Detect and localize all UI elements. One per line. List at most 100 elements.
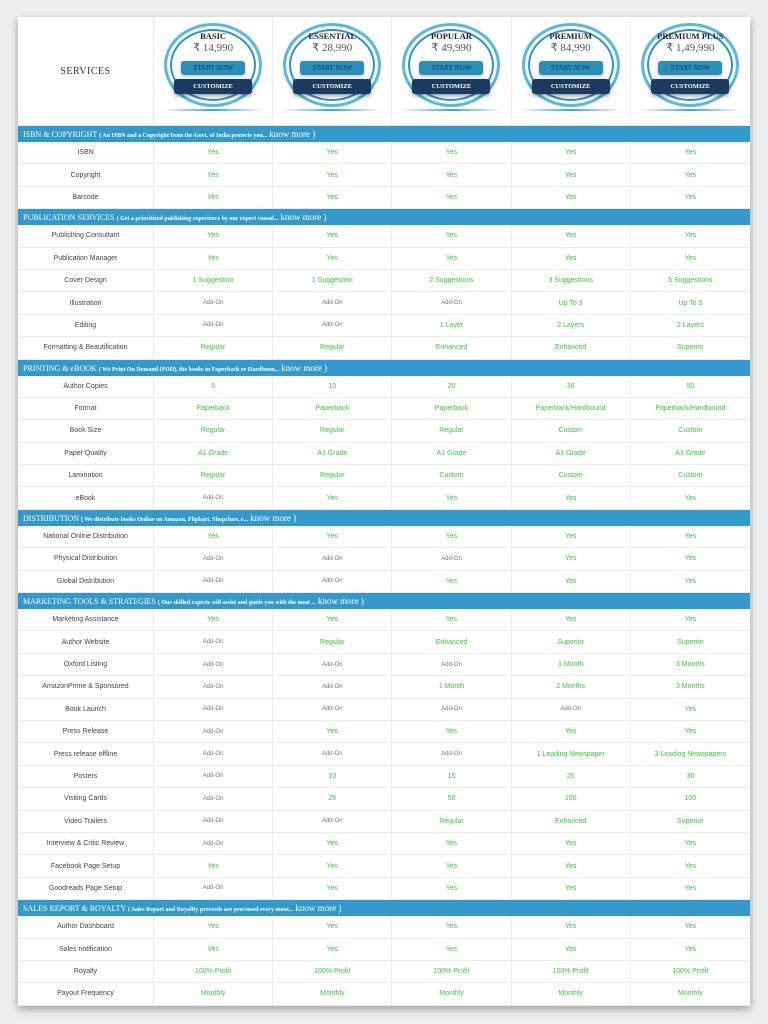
feature-value: Add-On xyxy=(273,292,393,314)
start-now-button[interactable]: START NOW xyxy=(300,61,365,75)
feature-label: Barcode xyxy=(18,186,154,209)
feature-value: Monthly xyxy=(392,983,512,1005)
plan-column: POPULAR ₹ 49,990 START NOW CUSTOMIZE xyxy=(392,17,512,125)
feature-value: Custom xyxy=(512,420,631,442)
feature-value: Yes xyxy=(392,164,512,186)
feature-value: 3 Months xyxy=(675,683,705,691)
feature-value: Custom xyxy=(392,465,512,487)
start-now-button[interactable]: START NOW xyxy=(538,61,603,75)
feature-value: Yes xyxy=(392,832,512,855)
know-more-link[interactable]: know more ) xyxy=(250,513,296,523)
feature-value: Yes xyxy=(154,525,274,548)
start-now-button[interactable]: START NOW xyxy=(658,61,723,75)
feature-value: Yes xyxy=(684,705,697,713)
feature-value: Yes xyxy=(392,525,512,548)
table-row: AmazonPrime & Sponsored Add-On Add-On 1 Mon… xyxy=(18,676,750,699)
feature-label: Facebook Page Setup xyxy=(18,855,154,877)
start-now-button[interactable]: START NOW xyxy=(181,61,246,75)
table-row: eBook Add-On Yes Yes Yes Yes xyxy=(18,487,750,510)
feature-label: Payout Frequency xyxy=(18,983,154,1005)
feature-value: 25 xyxy=(273,788,393,810)
feature-value: Yes xyxy=(684,884,697,892)
feature-value: Yes xyxy=(684,555,697,563)
feature-value: Yes xyxy=(512,487,631,509)
feature-label: Book Size xyxy=(18,420,154,442)
feature-value: Add-On xyxy=(154,548,274,570)
feature-value: Add-On xyxy=(392,653,512,676)
feature-value: Yes xyxy=(684,171,697,179)
customize-button[interactable]: CUSTOMIZE xyxy=(531,79,610,94)
customize-button[interactable]: CUSTOMIZE xyxy=(412,79,491,94)
feature-value: 50 xyxy=(392,788,512,810)
know-more-link[interactable]: know more ) xyxy=(281,363,327,373)
know-more-link[interactable]: know more ) xyxy=(269,129,315,139)
feature-value: Yes xyxy=(684,862,697,870)
feature-value: 30 xyxy=(512,375,631,397)
section-title: PUBLICATION SERVICES xyxy=(23,213,115,223)
feature-value: Paperback/Hardbound xyxy=(512,397,631,420)
feature-value: 3 Suggestions xyxy=(512,269,631,292)
feature-value: Yes xyxy=(273,855,393,877)
feature-value: Add-On xyxy=(154,570,274,593)
feature-label: Author Dashboard xyxy=(18,916,154,938)
plan-column: BASIC ₹ 14,990 START NOW CUSTOMIZE xyxy=(154,17,274,125)
start-now-button[interactable]: START NOW xyxy=(419,61,484,75)
feature-label: Author Website xyxy=(18,631,154,653)
feature-value: 50 xyxy=(686,382,695,390)
feature-label: Cover Design xyxy=(18,269,154,292)
plan-divider xyxy=(162,109,265,111)
table-row: Physical Distribution Add-On Add-On Add-On Y… xyxy=(18,548,750,571)
plan-column: PREMIUM ₹ 84,990 START NOW CUSTOMIZE xyxy=(512,17,631,125)
feature-value: Add-On xyxy=(273,698,393,720)
know-more-link[interactable]: know more ) xyxy=(318,596,364,606)
feature-value: Add-On xyxy=(154,487,274,509)
feature-value: Yes xyxy=(273,142,393,164)
feature-value: Yes xyxy=(273,832,393,855)
feature-label: Oxford Listing xyxy=(18,653,154,676)
feature-value: Yes xyxy=(273,877,393,900)
section-description: ( Our skilled experts will assist and gu… xyxy=(157,600,316,607)
feature-label: Illustration xyxy=(18,292,154,314)
plan-price: ₹ 1,49,990 xyxy=(666,42,715,54)
feature-value: 100% Profit xyxy=(273,960,393,983)
know-more-link[interactable]: know more ) xyxy=(280,212,326,222)
feature-value: Yes xyxy=(273,164,393,186)
customize-button[interactable]: CUSTOMIZE xyxy=(651,79,730,94)
know-more-link[interactable]: know more ) xyxy=(295,903,341,913)
table-row: Book Size Regular Regular Regular Custom Cust… xyxy=(18,420,750,443)
feature-value: Yes xyxy=(684,840,697,848)
feature-label: Visiting Cards xyxy=(18,788,154,810)
feature-value: Yes xyxy=(512,164,631,186)
feature-label: Press release offline xyxy=(18,743,154,765)
feature-value: 5 xyxy=(154,375,274,397)
table-row: Oxford Listing Add-On Add-On Add-On 1 Month 3… xyxy=(18,653,750,677)
feature-value: 10 xyxy=(273,765,393,788)
section-header: PUBLICATION SERVICES ( Get a prioritized… xyxy=(18,209,750,226)
table-row: Publication Manager Yes Yes Yes Yes Yes xyxy=(18,247,750,270)
feature-value: 10 xyxy=(273,375,393,397)
feature-value: Regular xyxy=(273,420,393,442)
table-row: Payout Frequency Monthly Monthly Monthly Mon… xyxy=(18,983,750,1006)
feature-value: Yes xyxy=(512,720,631,743)
table-row: Global Distribution Add-On Add-On Yes Yes Yes xyxy=(18,570,750,594)
feature-label: Format xyxy=(18,397,154,420)
customize-button[interactable]: CUSTOMIZE xyxy=(293,79,372,94)
feature-value: Yes xyxy=(684,577,697,585)
feature-value: Custom xyxy=(678,472,703,480)
feature-value: Yes xyxy=(273,487,393,509)
plan-name: PREMIUM PLUS xyxy=(657,31,724,41)
feature-value: 30 xyxy=(686,772,695,780)
feature-label: Posters xyxy=(18,765,154,788)
feature-value: 1 Month xyxy=(392,676,512,698)
plan-divider xyxy=(519,109,622,111)
plan-divider xyxy=(400,109,503,111)
feature-value: Paperback/Hardbound xyxy=(655,405,726,413)
customize-button[interactable]: CUSTOMIZE xyxy=(174,79,253,94)
feature-value: Yes xyxy=(392,225,512,247)
table-row: Author Copies 5 10 20 30 50 xyxy=(18,375,750,398)
feature-label: Publication Manager xyxy=(18,247,154,269)
feature-value: Regular xyxy=(273,465,393,487)
feature-value: Yes xyxy=(512,142,631,164)
plan-name: BASIC xyxy=(200,31,227,41)
feature-value: Add-On xyxy=(273,570,393,593)
